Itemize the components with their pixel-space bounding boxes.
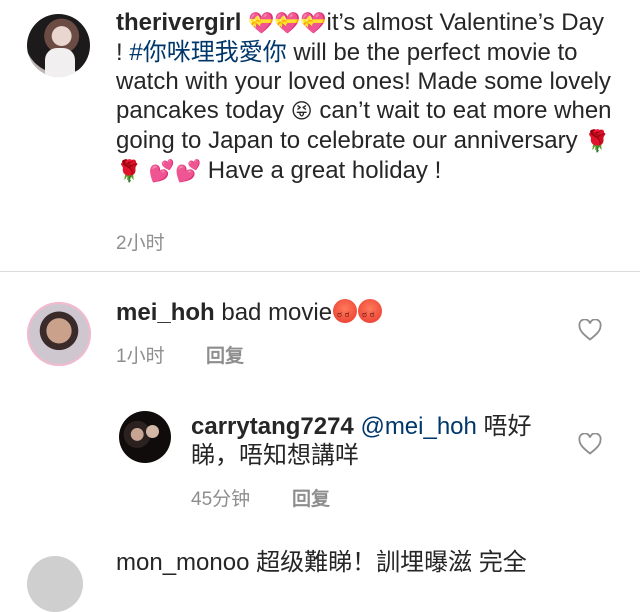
reply-button[interactable]: 回复: [206, 341, 244, 368]
caption-text-part4: Have a great holiday !: [201, 157, 442, 184]
comment-username[interactable]: mei_hoh: [116, 299, 215, 326]
comment-timestamp: 1小时: [116, 346, 165, 367]
mention-link[interactable]: @mei_hoh: [360, 413, 476, 440]
comment-body: bad movie: [214, 299, 333, 326]
post-caption: therivergirl 💝💝💝it’s almost Valentine’s …: [0, 0, 640, 272]
caption-text: therivergirl 💝💝💝it’s almost Valentine’s …: [116, 8, 616, 186]
angry-emoji: [332, 299, 383, 330]
comment-body-line2: 睇，唔知想講咩: [191, 442, 359, 469]
avatar[interactable]: [119, 411, 171, 463]
tongue-emoji: 😝: [290, 99, 313, 123]
avatar[interactable]: [27, 556, 83, 612]
gift-heart-emoji: 💝💝💝: [248, 11, 327, 35]
divider: [0, 271, 640, 272]
two-hearts-emoji: 💕💕: [148, 159, 202, 183]
comment-body-line1: 唔好: [476, 413, 532, 440]
reply-text: carrytang7274 @mei_hoh 唔好睇，唔知想講咩: [191, 412, 532, 470]
comment-text: mei_hoh bad movie😠😠: [116, 298, 383, 330]
angry-face-icon: [358, 299, 383, 330]
comment-username[interactable]: carrytang7274: [191, 413, 354, 440]
angry-face-icon: [333, 299, 358, 330]
reply-button[interactable]: 回复: [292, 484, 330, 511]
caption-username[interactable]: therivergirl: [116, 9, 241, 36]
comment-timestamp: 45分钟: [191, 489, 251, 510]
avatar[interactable]: [27, 14, 90, 77]
caption-timestamp: 2小时: [116, 233, 165, 254]
next-comment-text: mon_monoo 超级難睇！訓埋曝滋 完全: [116, 549, 527, 576]
heart-icon[interactable]: [578, 319, 602, 341]
hashtag-link[interactable]: #你咪理我愛你: [129, 39, 286, 66]
avatar[interactable]: [27, 302, 91, 366]
heart-icon[interactable]: [578, 433, 602, 455]
